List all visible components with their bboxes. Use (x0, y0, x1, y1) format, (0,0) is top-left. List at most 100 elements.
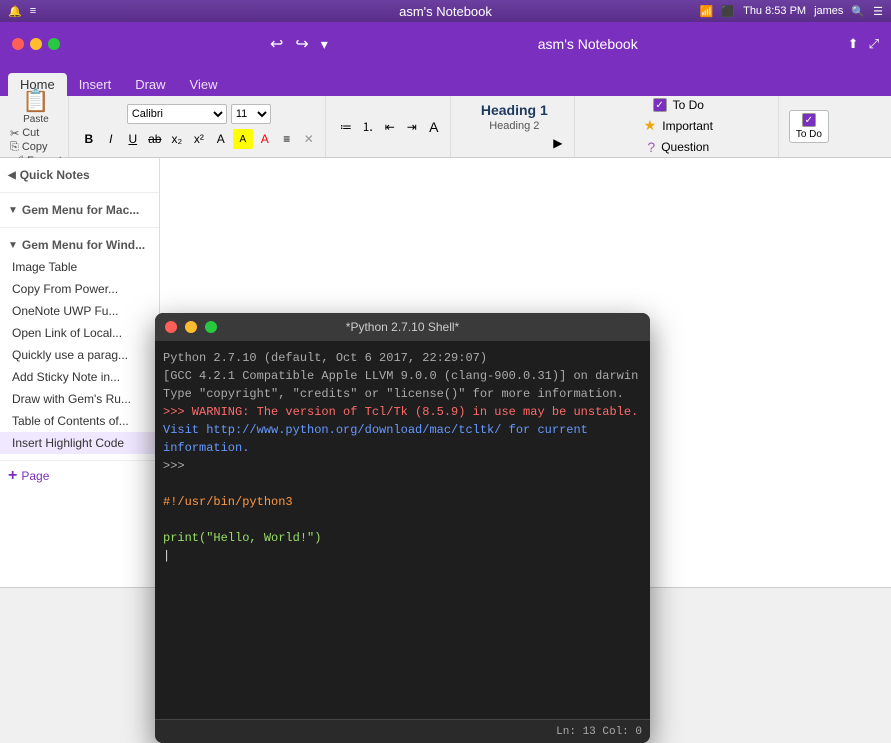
underline-button[interactable]: U (123, 129, 143, 149)
heading1-style[interactable]: Heading 1 (477, 101, 552, 119)
superscript-button[interactable]: x² (189, 129, 209, 149)
gem-wind-arrow: ▼ (8, 240, 18, 251)
star-icon: ★ (644, 117, 657, 134)
shell-line-7: #!/usr/bin/python3 (163, 493, 642, 511)
sidebar-item-2[interactable]: OneNote UWP Fu... (0, 300, 159, 322)
paste-button[interactable]: 📋 Paste (18, 86, 53, 127)
gem-mac-arrow: ▼ (8, 205, 18, 216)
shell-maximize-button[interactable] (205, 321, 217, 333)
shell-line-0: Python 2.7.10 (default, Oct 6 2017, 22:2… (163, 349, 642, 367)
list-buttons-row1: ≔ ⒈ ⇤ ⇥ A (336, 117, 444, 137)
copy-button[interactable]: ⎘ Copy (10, 141, 62, 154)
gem-menu-mac-section: ▼ Gem Menu for Mac... (0, 193, 159, 228)
cut-button[interactable]: ✂ Cut (10, 127, 62, 140)
todo-main-checkbox: ✓ (802, 113, 816, 127)
shell-line-6 (163, 475, 642, 493)
question-icon: ? (647, 139, 655, 155)
todo-tag[interactable]: ✓ To Do (649, 97, 708, 113)
sidebar-item-6[interactable]: Draw with Gem's Ru... (0, 388, 159, 410)
font-color-button[interactable]: A (255, 129, 275, 149)
paste-icon: 📋 (22, 88, 49, 114)
styles-expand-button[interactable]: ▶ (548, 133, 568, 153)
list-group: ≔ ⒈ ⇤ ⇥ A (330, 96, 451, 157)
close-button[interactable] (12, 38, 24, 50)
bold-button[interactable]: B (79, 129, 99, 149)
customize-icon[interactable]: ▾ (321, 36, 328, 53)
window-controls (12, 38, 60, 50)
ribbon-tabs-bar: Home Insert Draw View (0, 66, 891, 96)
sidebar-item-3[interactable]: Open Link of Local... (0, 322, 159, 344)
add-page-button[interactable]: + Page (0, 461, 159, 491)
shell-title: *Python 2.7.10 Shell* (346, 320, 459, 334)
sidebar-item-0[interactable]: Image Table (0, 256, 159, 278)
hamburger-icon[interactable]: ☰ (873, 5, 883, 18)
bullet-list-button[interactable]: ≔ (336, 117, 356, 137)
clear-formatting-button[interactable]: A (211, 129, 231, 149)
tab-insert[interactable]: Insert (67, 73, 124, 96)
styles-group: Heading 1 Heading 2 ▶ (455, 96, 575, 157)
erase-button[interactable]: ✕ (299, 129, 319, 149)
shell-line-5: >>> (163, 457, 642, 475)
share-icon[interactable]: ⬆ (848, 36, 859, 52)
numbered-list-button[interactable]: ⒈ (358, 117, 378, 137)
outdent-button[interactable]: ⇤ (380, 117, 400, 137)
indent-button[interactable]: ⇥ (402, 117, 422, 137)
gem-menu-mac-header[interactable]: ▼ Gem Menu for Mac... (0, 199, 159, 221)
header-action-icons: ⬆ ⤢ (848, 36, 879, 52)
sidebar: ◀ Quick Notes ▼ Gem Menu for Mac... ▼ Ge… (0, 158, 160, 587)
python-shell-window[interactable]: *Python 2.7.10 Shell* Python 2.7.10 (def… (155, 313, 650, 743)
ribbon-toolbar: 📋 Paste ✂ Cut ⎘ Copy 🖌 Format Calibri (0, 96, 891, 158)
sidebar-item-7[interactable]: Table of Contents of... (0, 410, 159, 432)
font-size-select[interactable]: 11 (231, 104, 271, 124)
shell-titlebar: *Python 2.7.10 Shell* (155, 313, 650, 341)
highlight-button[interactable]: A (233, 129, 253, 149)
titlebar-right-controls: 📶 ⬛ Thu 8:53 PM james 🔍 ☰ (700, 5, 883, 18)
search-icon[interactable]: 🔍 (851, 5, 865, 18)
tab-draw[interactable]: Draw (123, 73, 177, 96)
todo-main-button[interactable]: ✓ To Do (789, 110, 829, 143)
subscript-button[interactable]: x₂ (167, 129, 187, 149)
shell-status-text: Ln: 13 Col: 0 (556, 726, 642, 738)
heading2-style[interactable]: Heading 2 (485, 119, 543, 133)
gem-menu-wind-header[interactable]: ▼ Gem Menu for Wind... (0, 234, 159, 256)
italic-button[interactable]: I (101, 129, 121, 149)
sidebar-item-1[interactable]: Copy From Power... (0, 278, 159, 300)
menu-icon[interactable]: ≡ (30, 5, 36, 17)
question-tag[interactable]: ? Question (643, 138, 713, 156)
text-formatting-buttons: B I U ab x₂ x² A A A ≡ ✕ (79, 129, 319, 149)
username: james (814, 5, 843, 17)
important-tag[interactable]: ★ Important (640, 116, 717, 135)
shell-line-2: Type "copyright", "credits" or "license(… (163, 385, 642, 403)
notification-icon[interactable]: 🔔 (8, 5, 22, 18)
onenote-header: ↩ ↪ ▾ asm's Notebook ⬆ ⤢ (0, 22, 891, 66)
shell-close-button[interactable] (165, 321, 177, 333)
quick-notes-section: ◀ Quick Notes (0, 158, 159, 193)
font-size-large-button[interactable]: A (424, 117, 444, 137)
undo-icon[interactable]: ↩ (270, 34, 283, 54)
app-title: asm's Notebook (399, 4, 492, 19)
gem-menu-wind-section: ▼ Gem Menu for Wind... Image Table Copy … (0, 228, 159, 461)
titlebar-system-icons: 🔔 ≡ (8, 5, 36, 18)
shell-content[interactable]: Python 2.7.10 (default, Oct 6 2017, 22:2… (155, 341, 650, 719)
strikethrough-button[interactable]: ab (145, 129, 165, 149)
sidebar-item-4[interactable]: Quickly use a parag... (0, 344, 159, 366)
font-family-select[interactable]: Calibri (127, 104, 227, 124)
collapse-arrow: ◀ (8, 170, 16, 181)
sidebar-item-5[interactable]: Add Sticky Note in... (0, 366, 159, 388)
redo-icon[interactable]: ↪ (295, 34, 308, 54)
font-group: Calibri 11 B I U ab x₂ x² A A A ≡ ✕ (73, 96, 326, 157)
tab-view[interactable]: View (178, 73, 230, 96)
align-button[interactable]: ≡ (277, 129, 297, 149)
quick-notes-header[interactable]: ◀ Quick Notes (0, 164, 159, 186)
sidebar-item-8[interactable]: Insert Highlight Code (0, 432, 159, 454)
expand-icon[interactable]: ⤢ (869, 36, 879, 52)
paste-group: 📋 Paste ✂ Cut ⎘ Copy 🖌 Format (4, 96, 69, 157)
tags-group: ✓ To Do ★ Important ? Question (579, 96, 779, 157)
maximize-button[interactable] (48, 38, 60, 50)
mac-titlebar: 🔔 ≡ asm's Notebook 📶 ⬛ Thu 8:53 PM james… (0, 0, 891, 22)
shell-cursor-line: | (163, 547, 642, 565)
shell-minimize-button[interactable] (185, 321, 197, 333)
minimize-button[interactable] (30, 38, 42, 50)
shell-line-8 (163, 511, 642, 529)
shell-statusbar: Ln: 13 Col: 0 (155, 719, 650, 743)
